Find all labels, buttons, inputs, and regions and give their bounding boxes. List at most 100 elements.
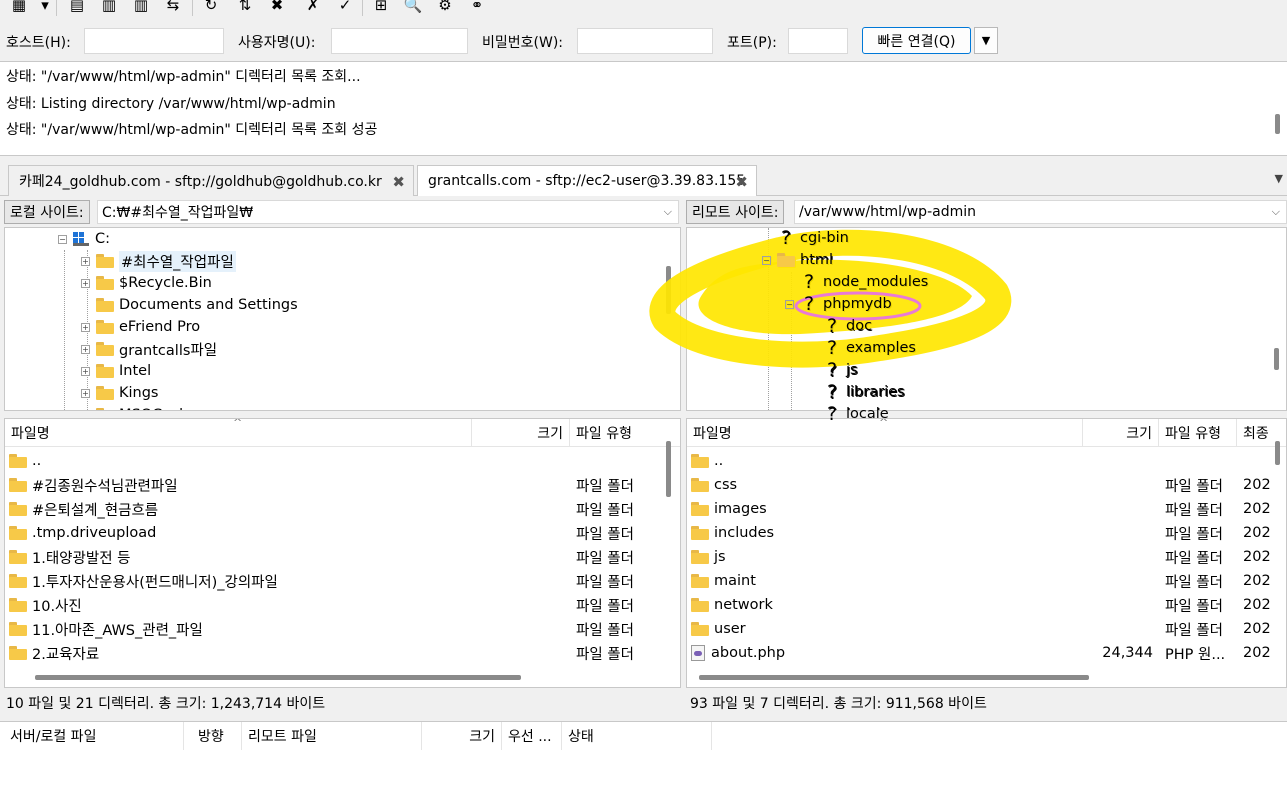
expand-icon[interactable]: + [81, 256, 90, 266]
list-item[interactable]: network 파일 폴더 202 [687, 593, 1275, 617]
toggle-log-button[interactable]: ▤ [66, 0, 88, 16]
tree-item[interactable]: ? cgi-bin [763, 228, 850, 250]
transfer-queue[interactable]: 서버/로컬 파일 방향 리모트 파일 크기 우선 ... 상태 [0, 721, 1287, 793]
queue-column-priority[interactable]: 우선 ... [502, 722, 562, 750]
remote-tree-scrollbar-thumb[interactable] [1274, 348, 1279, 370]
queue-column-status[interactable]: 상태 [562, 722, 712, 750]
remote-directory-tree[interactable]: ? cgi-bin − html? node_modules −? phpmydb? doc?… [686, 227, 1287, 411]
cancel-button[interactable]: ✖ [266, 0, 288, 16]
expand-icon[interactable]: + [81, 411, 90, 412]
tree-item[interactable]: ? js [809, 360, 859, 382]
queue-column-direction[interactable]: 방향 [184, 722, 242, 750]
chevron-down-icon[interactable]: ⌵ [664, 205, 672, 219]
column-header-type[interactable]: 파일 유형 [1159, 419, 1237, 447]
remote-file-list[interactable]: 파일명 ^ 크기 파일 유형 최종 .. css 파일 폴더 202 images 파일 … [686, 418, 1287, 688]
list-item[interactable]: #은퇴설계_현금흐름 파일 폴더 [5, 497, 665, 521]
tab-goldhub[interactable]: 카페24_goldhub.com - sftp://goldhub@goldhu… [8, 165, 414, 196]
tree-item[interactable]: − html [763, 250, 834, 272]
list-item[interactable]: user 파일 폴더 202 [687, 617, 1275, 641]
tree-item[interactable]: + Kings [81, 382, 159, 404]
toggle-queue-button[interactable]: ⇆ [162, 0, 184, 16]
site-manager-button[interactable]: ▦ [8, 0, 30, 16]
list-item[interactable]: 1.투자자산운용사(펀드매니저)_강의파일 파일 폴더 [5, 569, 665, 593]
column-header-size[interactable]: 크기 [1083, 419, 1159, 447]
toggle-remote-tree-button[interactable]: ▥ [130, 0, 152, 16]
password-input[interactable] [577, 28, 713, 54]
tree-item[interactable]: ? locale [809, 404, 890, 410]
column-header-type[interactable]: 파일 유형 [570, 419, 680, 447]
list-item[interactable]: 10.사진 파일 폴더 [5, 593, 665, 617]
expand-icon[interactable]: + [81, 322, 90, 332]
tree-item[interactable]: Documents and Settings [81, 294, 298, 316]
tree-item[interactable]: + Intel [81, 360, 151, 382]
process-queue-button[interactable]: ⇅ [234, 0, 256, 16]
list-item[interactable]: .tmp.driveupload 파일 폴더 [5, 521, 665, 545]
tree-item[interactable]: ? node_modules [786, 272, 929, 294]
queue-column-server-file[interactable]: 서버/로컬 파일 [4, 722, 184, 750]
quickconnect-button[interactable]: 빠른 연결(Q) [862, 27, 971, 54]
port-input[interactable] [788, 28, 848, 54]
expand-icon[interactable]: + [81, 344, 90, 354]
toggle-local-tree-button[interactable]: ▥ [98, 0, 120, 16]
tab-list-icon[interactable]: ▼ [1275, 172, 1283, 185]
disconnect-button[interactable]: ✗ [302, 0, 324, 16]
quickconnect-history-button[interactable]: ▼ [974, 27, 998, 54]
tree-item[interactable]: + grantcalls파일 [81, 338, 217, 360]
list-item[interactable]: images 파일 폴더 202 [687, 497, 1275, 521]
username-input[interactable] [331, 28, 468, 54]
log-scrollbar-thumb[interactable] [1275, 114, 1280, 134]
collapse-icon[interactable]: − [58, 234, 67, 244]
reconnect-button[interactable]: ✓ [334, 0, 356, 16]
tree-item[interactable]: ? libraries [809, 382, 906, 404]
message-log[interactable]: 상태: "/var/www/html/wp-admin" 디렉터리 목록 조회.… [0, 61, 1287, 156]
list-item[interactable]: #김종원수석님관련파일 파일 폴더 [5, 473, 665, 497]
tree-item[interactable]: + $Recycle.Bin [81, 272, 212, 294]
tree-item[interactable]: + eFriend Pro [81, 316, 200, 338]
list-item[interactable]: css 파일 폴더 202 [687, 473, 1275, 497]
tree-item[interactable]: − C: [58, 228, 110, 250]
tree-item[interactable]: −? phpmydb [786, 294, 893, 316]
chevron-down-icon[interactable]: ⌵ [1272, 205, 1280, 219]
list-item[interactable]: about.php 24,344 PHP 원... 202 [687, 641, 1275, 665]
local-list-scrollbar-thumb[interactable] [666, 441, 671, 497]
tree-item[interactable]: ? examples [809, 338, 917, 360]
list-item[interactable]: .. [5, 449, 665, 473]
close-icon[interactable]: ✖ [735, 173, 748, 191]
directory-compare-button[interactable]: ⊞ [370, 0, 392, 16]
column-header-name[interactable]: 파일명 ^ [687, 419, 1083, 447]
expand-icon[interactable]: + [81, 278, 90, 288]
sync-browse-button[interactable]: ⚙ [434, 0, 456, 16]
column-header-name[interactable]: 파일명 ^ [5, 419, 472, 447]
local-file-list[interactable]: 파일명 ^ 크기 파일 유형 .. #김종원수석님관련파일 파일 폴더 #은퇴설계_현… [4, 418, 681, 688]
host-input[interactable] [84, 28, 224, 54]
dropdown-arrow-button[interactable]: ▾ [34, 0, 56, 16]
queue-column-size[interactable]: 크기 [422, 722, 502, 750]
list-item[interactable]: js 파일 폴더 202 [687, 545, 1275, 569]
remote-list-hscrollbar-thumb[interactable] [699, 675, 1089, 680]
search-files-button[interactable]: ⚭ [466, 0, 488, 16]
close-icon[interactable]: ✖ [392, 173, 405, 191]
expand-icon[interactable]: + [81, 366, 90, 376]
column-header-size[interactable]: 크기 [472, 419, 570, 447]
list-item[interactable]: 1.태양광발전 등 파일 폴더 [5, 545, 665, 569]
tab-grantcalls[interactable]: grantcalls.com - sftp://ec2-user@3.39.83… [417, 165, 757, 196]
local-path-input[interactable]: C:₩#최수열_작업파일₩ ⌵ [97, 200, 679, 224]
expand-icon[interactable]: + [81, 388, 90, 398]
list-item[interactable]: .. [687, 449, 1275, 473]
list-item[interactable]: 11.아마존_AWS_관련_파일 파일 폴더 [5, 617, 665, 641]
tree-item[interactable]: ? doc [809, 316, 873, 338]
collapse-icon[interactable]: − [763, 256, 772, 266]
filter-button[interactable]: 🔍 [402, 0, 424, 16]
remote-path-input[interactable]: /var/www/html/wp-admin ⌵ [794, 200, 1287, 224]
refresh-button[interactable]: ↻ [200, 0, 222, 16]
local-list-hscrollbar-thumb[interactable] [35, 675, 521, 680]
local-tree-scrollbar-thumb[interactable] [666, 266, 671, 314]
list-item[interactable]: 2.교육자료 파일 폴더 [5, 641, 665, 665]
queue-column-remote-file[interactable]: 리모트 파일 [242, 722, 422, 750]
list-item[interactable]: maint 파일 폴더 202 [687, 569, 1275, 593]
tree-item[interactable]: + MSOCache [81, 404, 197, 412]
collapse-icon[interactable]: − [786, 300, 795, 310]
tree-item[interactable]: + #최수열_작업파일 [81, 250, 236, 272]
local-directory-tree[interactable]: − C: + #최수열_작업파일 + $Recycle.Bin Documents and … [4, 227, 681, 411]
list-item[interactable]: includes 파일 폴더 202 [687, 521, 1275, 545]
